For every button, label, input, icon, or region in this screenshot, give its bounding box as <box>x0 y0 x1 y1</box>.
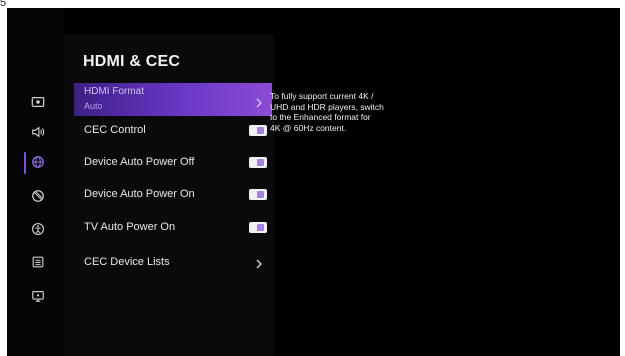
device-auto-power-off-toggle[interactable] <box>249 157 267 168</box>
toggle-knob <box>257 191 264 198</box>
device-auto-power-on-label: Device Auto Power On <box>84 188 195 200</box>
rail-selection-indicator <box>24 152 26 174</box>
list-icon[interactable] <box>30 254 46 270</box>
tv-auto-power-on-label: TV Auto Power On <box>84 221 176 233</box>
description-line: UHD and HDR players, switch <box>270 101 384 112</box>
accessibility-icon[interactable] <box>30 221 46 237</box>
sound-icon[interactable] <box>30 124 46 140</box>
settings-category-rail <box>7 8 64 356</box>
cec-device-lists-label: CEC Device Lists <box>84 256 170 268</box>
setting-description: To fully support current 4K / UHD and HD… <box>270 91 410 133</box>
corner-number: 5 <box>0 0 7 9</box>
toggle-knob <box>257 224 264 231</box>
block-icon[interactable] <box>30 188 46 204</box>
support-icon[interactable] <box>30 288 46 304</box>
chevron-right-icon <box>255 256 263 269</box>
hdmi-format-label: HDMI Format <box>84 86 144 97</box>
cec-control-row[interactable]: CEC Control <box>74 116 272 146</box>
device-auto-power-on-toggle[interactable] <box>249 189 267 200</box>
device-auto-power-off-row[interactable]: Device Auto Power Off <box>74 148 272 178</box>
cec-control-label: CEC Control <box>84 124 146 136</box>
tv-auto-power-on-toggle[interactable] <box>249 222 267 233</box>
hdmi-format-row[interactable]: HDMI Format Auto <box>74 83 272 116</box>
cec-device-lists-row[interactable]: CEC Device Lists <box>74 248 272 278</box>
picture-icon[interactable] <box>30 94 46 110</box>
chevron-right-icon <box>255 95 263 108</box>
cec-control-toggle[interactable] <box>249 125 267 136</box>
tv-screen: HDMI & CEC HDMI Format Auto CEC Control … <box>7 8 620 356</box>
description-line: to the Enhanced format for <box>270 112 371 122</box>
device-auto-power-on-row[interactable]: Device Auto Power On <box>74 180 272 210</box>
toggle-knob <box>257 159 264 166</box>
hdmi-format-value: Auto <box>84 101 103 111</box>
description-line: To fully support current 4K / <box>270 91 374 101</box>
globe-icon[interactable] <box>30 154 46 170</box>
description-line: 4K @ 60Hz content. <box>270 122 347 133</box>
device-auto-power-off-label: Device Auto Power Off <box>84 156 195 168</box>
page-title: HDMI & CEC <box>83 53 181 70</box>
tv-auto-power-on-row[interactable]: TV Auto Power On <box>74 213 272 243</box>
toggle-knob <box>257 127 264 134</box>
